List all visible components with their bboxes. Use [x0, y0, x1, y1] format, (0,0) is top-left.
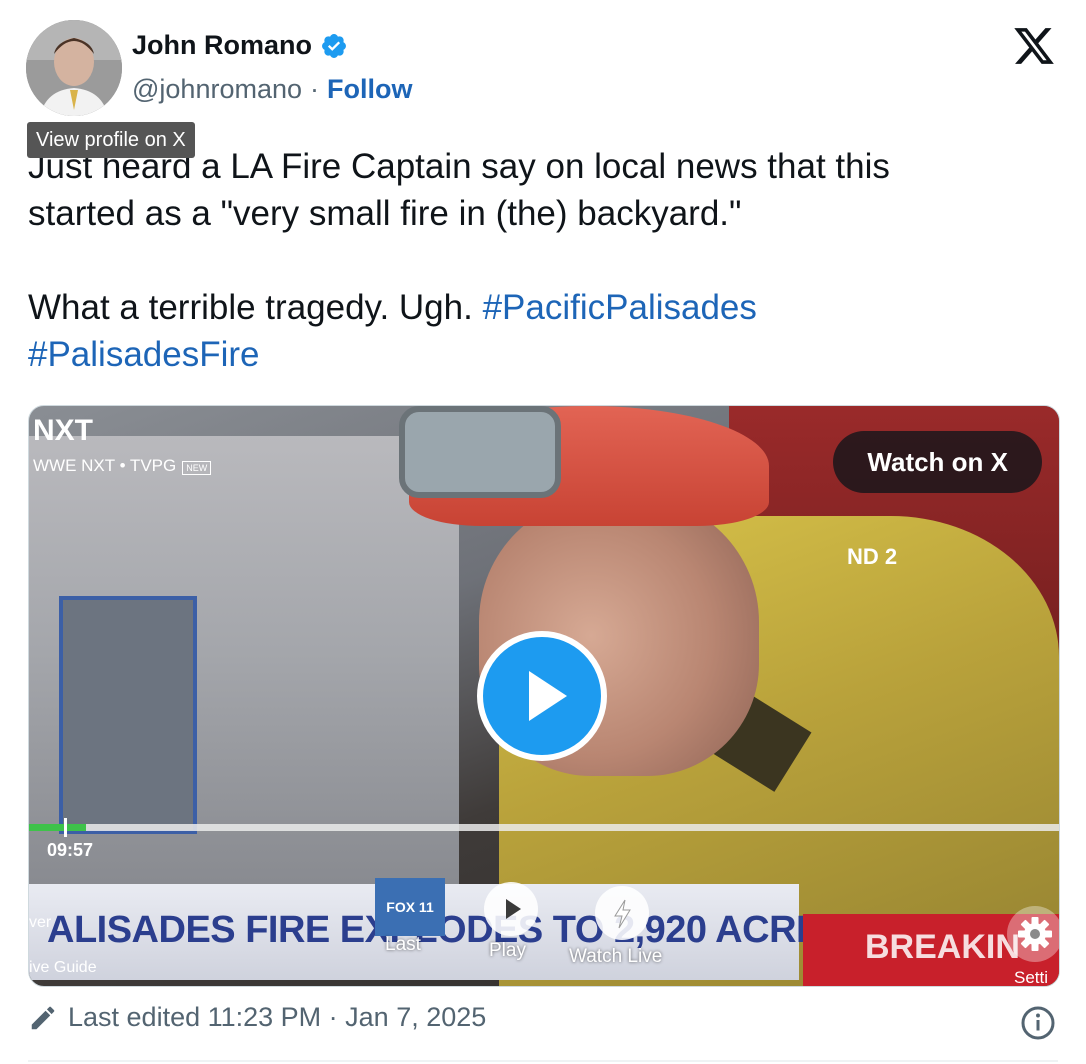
footer-divider: [28, 1060, 1058, 1062]
tweet-footer: Last edited 11:23 PM · Jan 7, 2025: [28, 1002, 486, 1033]
watch-live-label[interactable]: Watch Live: [569, 946, 662, 968]
tv-play-button[interactable]: [484, 882, 538, 936]
channel-name: NXT: [33, 414, 93, 447]
new-badge: NEW: [182, 461, 212, 475]
pencil-icon: [31, 1006, 55, 1029]
tweet-embed-card: John Romano @johnromano · Follow View pr…: [0, 0, 1086, 1064]
truck-marking: ND 2: [847, 544, 898, 569]
channel-rating-text: WWE NXT • TVPG: [33, 456, 177, 475]
video-player[interactable]: NXT WWE NXT • TVPG NEW ND 2 Watch on X 09…: [28, 405, 1060, 987]
play-icon: [529, 671, 567, 721]
x-logo-icon[interactable]: [1012, 24, 1056, 68]
author-name-row: John Romano: [132, 30, 348, 61]
follow-button[interactable]: Follow: [327, 74, 412, 105]
author-name[interactable]: John Romano: [132, 30, 312, 61]
fox11-logo: FOX 11: [375, 878, 445, 936]
play-button[interactable]: [477, 631, 607, 761]
last-edited-timestamp[interactable]: Last edited 11:23 PM · Jan 7, 2025: [68, 1002, 486, 1033]
author-handle-row: @johnromano · Follow: [132, 74, 413, 105]
tweet-text-sentence: What a terrible tragedy. Ugh.: [28, 288, 473, 327]
breaking-news-label: BREAKIN: [865, 928, 1020, 966]
tweet-text: Just heard a LA Fire Captain say on loca…: [28, 143, 1058, 378]
settings-label[interactable]: Setti: [1014, 968, 1048, 986]
settings-button[interactable]: [1007, 906, 1059, 962]
lightning-icon: [614, 899, 631, 929]
play-label[interactable]: Play: [489, 940, 526, 962]
avatar[interactable]: [26, 20, 122, 116]
verified-badge-icon: [322, 33, 346, 58]
avatar-portrait: [26, 20, 122, 116]
tweet-text-line: What a terrible tragedy. Ugh. #PacificPa…: [28, 284, 1058, 331]
view-profile-tooltip: View profile on X: [27, 122, 195, 158]
video-progress-knob[interactable]: [64, 818, 67, 837]
handle-separator: ·: [310, 74, 320, 104]
gear-icon: [1018, 917, 1052, 951]
watch-on-x-button[interactable]: Watch on X: [833, 431, 1042, 493]
play-icon: [506, 899, 521, 919]
video-progress-bar[interactable]: [29, 818, 1059, 837]
tweet-text-line: started as a "very small fire in (the) b…: [28, 194, 742, 233]
live-guide-label[interactable]: ive Guide: [29, 959, 97, 977]
video-scene-goggles: [399, 406, 561, 498]
video-timestamp: 09:57: [47, 840, 94, 860]
hashtag-link[interactable]: #PalisadesFire: [28, 335, 260, 374]
watch-live-button[interactable]: [595, 886, 649, 940]
overlay-text-ver: ver: [29, 914, 52, 931]
video-scene-panel: [59, 596, 197, 834]
hashtag-link[interactable]: #PacificPalisades: [483, 288, 757, 327]
news-headline: ALISADES FIRE EXPLODES TO 2,920 ACRES: [47, 909, 846, 951]
author-handle[interactable]: @johnromano: [132, 74, 302, 105]
channel-rating: WWE NXT • TVPG NEW: [33, 456, 212, 476]
tweet-text-line: #PalisadesFire: [28, 331, 1058, 378]
info-icon[interactable]: [1020, 1005, 1056, 1041]
video-progress-fill: [29, 824, 86, 831]
last-label[interactable]: Last: [385, 934, 421, 956]
